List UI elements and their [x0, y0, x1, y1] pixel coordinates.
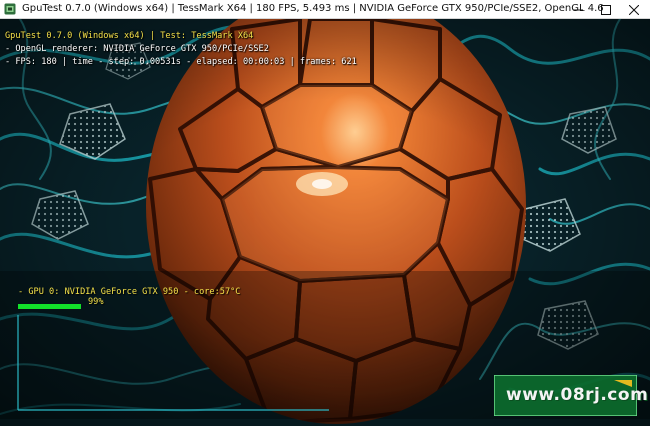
hud-fps-line: - FPS: 180 | time - step: 0.00531s - ela… [5, 57, 357, 67]
app-window: GpuTest 0.7.0 (Windows x64) | TessMark X… [0, 0, 650, 426]
close-icon [629, 4, 639, 15]
maximize-button[interactable] [592, 0, 620, 19]
gputest-app-icon [4, 3, 16, 15]
gpu-monitor-label: - GPU 0: NVIDIA GeForce GTX 950 - core:5… [18, 287, 241, 297]
watermark-text: www.08rj.com [506, 385, 649, 405]
maximize-icon [601, 4, 611, 15]
window-title: GpuTest 0.7.0 (Windows x64) | TessMark X… [22, 3, 604, 14]
hud-renderer-line: - OpenGL renderer: NVIDIA GeForce GTX 95… [5, 44, 269, 54]
hud-title-line: GpuTest 0.7.0 (Windows x64) | Test: Tess… [5, 31, 254, 41]
close-button[interactable] [620, 0, 648, 19]
gpu-usage-bar-fill [18, 304, 82, 309]
minimize-icon [573, 9, 583, 10]
title-bar[interactable]: GpuTest 0.7.0 (Windows x64) | TessMark X… [0, 0, 650, 19]
gpu-usage-bar [18, 304, 82, 309]
render-viewport[interactable]: GpuTest 0.7.0 (Windows x64) | Test: Tess… [0, 19, 650, 426]
gpu-usage-percent: 99% [88, 297, 104, 307]
gpu-usage-graph [17, 315, 329, 411]
minimize-button[interactable] [564, 0, 592, 19]
